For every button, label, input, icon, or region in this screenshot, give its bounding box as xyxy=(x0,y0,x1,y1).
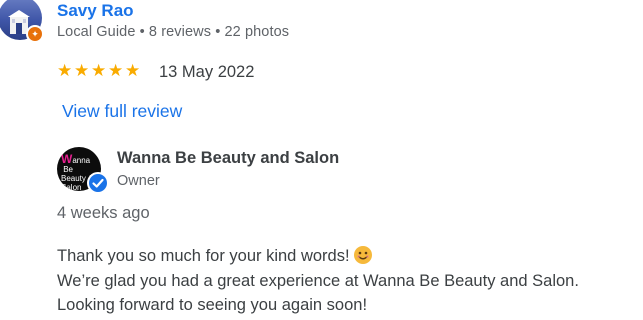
verified-check-icon xyxy=(87,172,109,194)
star-icon: ★ xyxy=(108,61,124,80)
star-rating: ★ ★ ★ ★ ★ xyxy=(57,61,141,80)
local-guide-badge-icon: ✦ xyxy=(26,25,44,43)
review-date: 13 May 2022 xyxy=(159,63,255,81)
view-full-review-link[interactable]: View full review xyxy=(62,101,182,122)
owner-role: Owner xyxy=(117,173,160,189)
owner-name: Wanna Be Beauty and Salon xyxy=(117,149,340,167)
owner-reply-text: Thank you so much for your kind words! W… xyxy=(57,244,637,318)
reply-line: Thank you so much for your kind words! xyxy=(57,244,637,269)
star-icon: ★ xyxy=(74,61,90,80)
reply-time: 4 weeks ago xyxy=(57,204,150,222)
star-icon: ★ xyxy=(125,61,141,80)
smiling-face-icon xyxy=(353,246,372,264)
star-icon: ★ xyxy=(91,61,107,80)
reviewer-meta: Local Guide • 8 reviews • 22 photos xyxy=(57,24,290,40)
reviewer-name[interactable]: Savy Rao xyxy=(57,1,134,21)
star-icon: ★ xyxy=(57,61,73,80)
reply-line: We’re glad you had a great experience at… xyxy=(57,271,579,290)
reply-line: Looking forward to seeing you again soon… xyxy=(57,296,368,314)
